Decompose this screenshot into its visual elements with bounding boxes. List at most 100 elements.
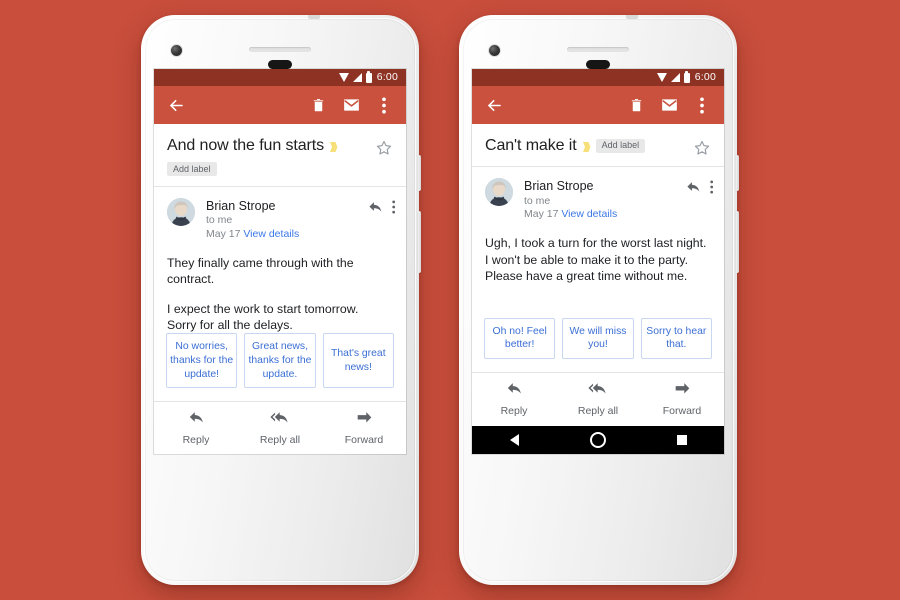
- status-clock: 6:00: [376, 71, 398, 84]
- antenna-line: [626, 15, 638, 19]
- subject-row: And now the fun starts Add label: [167, 136, 393, 177]
- smart-reply-chip[interactable]: We will miss you!: [562, 317, 634, 359]
- message-paragraph: Ugh, I took a turn for the worst last ni…: [485, 236, 707, 283]
- front-camera-icon: [489, 45, 500, 56]
- overflow-menu-icon[interactable]: [391, 200, 395, 219]
- subject-row: Can't make it Add label: [485, 136, 711, 157]
- forward-arrow-icon: [356, 410, 373, 430]
- message-date: May 17: [206, 228, 241, 241]
- reply-arrow-icon: [506, 381, 523, 401]
- view-details-link[interactable]: View details: [243, 228, 299, 240]
- subject-line: Can't make it Add label: [485, 136, 687, 155]
- status-bar: 6:00: [154, 69, 406, 86]
- reply-action-bar: Reply Reply all Forward: [472, 373, 724, 426]
- message-header: Brian Strope to me May 17 View details: [472, 167, 724, 222]
- reply-all-arrow-icon: [588, 381, 608, 401]
- overflow-menu-icon[interactable]: [709, 180, 713, 199]
- smart-reply-chip[interactable]: Great news, thanks for the update.: [244, 333, 316, 389]
- envelope-icon[interactable]: [340, 94, 362, 116]
- add-label-chip[interactable]: Add label: [167, 162, 217, 177]
- nav-home-button[interactable]: [556, 432, 640, 448]
- forward-button[interactable]: Forward: [322, 410, 406, 446]
- message-date: May 17: [524, 208, 559, 221]
- avatar-photo: [167, 197, 195, 226]
- smart-reply-chip[interactable]: No worries, thanks for the update!: [166, 333, 238, 389]
- message-actions: [686, 178, 713, 199]
- smart-reply-chip[interactable]: Sorry to hear that.: [640, 317, 712, 359]
- avatar[interactable]: [167, 197, 195, 226]
- status-icons: [656, 70, 690, 83]
- nav-back-button[interactable]: [472, 434, 556, 446]
- android-nav-bar: [472, 426, 724, 454]
- status-bar: 6:00: [472, 69, 724, 86]
- reply-button[interactable]: Reply: [472, 381, 556, 417]
- reply-arrow-icon[interactable]: [368, 200, 383, 219]
- earpiece-speaker: [567, 47, 629, 52]
- back-arrow-icon[interactable]: [165, 94, 187, 116]
- battery-icon: [683, 70, 690, 83]
- wifi-icon: [338, 73, 349, 82]
- reply-arrow-icon[interactable]: [686, 180, 701, 199]
- subject-area: And now the fun starts Add label: [154, 124, 406, 186]
- avatar[interactable]: [485, 178, 513, 206]
- page-title: Can't make it: [485, 137, 577, 154]
- earpiece-speaker: [249, 47, 311, 52]
- message-date-row: May 17 View details: [524, 208, 686, 222]
- forward-label: Forward: [662, 405, 702, 417]
- battery-icon: [365, 70, 372, 83]
- nav-recents-button[interactable]: [640, 435, 724, 445]
- add-label-chip[interactable]: Add label: [595, 138, 646, 153]
- smart-reply-chip[interactable]: That's great news!: [322, 333, 394, 389]
- overflow-menu-icon[interactable]: [373, 94, 395, 116]
- reply-action-bar: Reply Reply all Forward: [154, 402, 406, 454]
- sender-name: Brian Strope: [206, 198, 276, 213]
- envelope-icon[interactable]: [658, 94, 680, 116]
- trash-icon[interactable]: [307, 94, 329, 116]
- smart-reply-row: Oh no! Feel better! We will miss you! So…: [472, 317, 724, 372]
- star-outline-icon[interactable]: [693, 139, 711, 157]
- view-details-link[interactable]: View details: [561, 208, 617, 220]
- signal-icon: [352, 73, 362, 82]
- subject-main: Can't make it Add label: [485, 136, 687, 155]
- trash-icon[interactable]: [625, 94, 647, 116]
- volume-button[interactable]: [418, 211, 421, 273]
- reply-all-button[interactable]: Reply all: [556, 381, 640, 417]
- forward-arrow-icon: [674, 381, 691, 401]
- signal-icon: [670, 73, 680, 82]
- forward-button[interactable]: Forward: [640, 381, 724, 417]
- overflow-menu-icon[interactable]: [691, 94, 713, 116]
- power-button[interactable]: [418, 155, 421, 191]
- app-toolbar: [154, 86, 406, 124]
- importance-marker-icon[interactable]: [582, 140, 591, 152]
- phone-device-left: 6:00 And now the fun starts Add label Br…: [141, 15, 421, 585]
- phone-screen-right: 6:00 Can't make it Add label Brian Strop…: [472, 69, 724, 454]
- reply-all-label: Reply all: [577, 405, 619, 417]
- page-title: And now the fun starts: [167, 137, 325, 154]
- nav-home-icon: [590, 432, 606, 448]
- app-toolbar: [472, 86, 724, 124]
- back-arrow-icon[interactable]: [483, 94, 505, 116]
- message-body: Ugh, I took a turn for the worst last ni…: [472, 222, 724, 317]
- smart-reply-chip[interactable]: Oh no! Feel better!: [484, 317, 556, 359]
- reply-label: Reply: [500, 405, 528, 417]
- power-button[interactable]: [736, 155, 739, 191]
- reply-button[interactable]: Reply: [154, 410, 238, 446]
- antenna-line: [308, 15, 320, 19]
- star-outline-icon[interactable]: [375, 139, 393, 157]
- subject-main: And now the fun starts Add label: [167, 136, 369, 177]
- message-date-row: May 17 View details: [206, 228, 368, 242]
- reply-all-button[interactable]: Reply all: [238, 410, 322, 446]
- subject-area: Can't make it Add label: [472, 124, 724, 166]
- sender-name: Brian Strope: [524, 179, 594, 193]
- message-header: Brian Strope to me May 17 View details: [154, 187, 406, 242]
- sender-block: Brian Strope to me May 17 View details: [524, 178, 686, 222]
- reply-arrow-icon: [188, 410, 205, 430]
- message-actions: [368, 198, 395, 219]
- scene: 6:00 And now the fun starts Add label Br…: [0, 0, 900, 600]
- status-clock: 6:00: [694, 71, 716, 84]
- volume-button[interactable]: [736, 211, 739, 273]
- importance-marker-icon[interactable]: [329, 140, 338, 152]
- recipient-label: to me: [206, 214, 233, 227]
- avatar-photo: [485, 178, 513, 206]
- phone-device-right: 6:00 Can't make it Add label Brian Strop…: [459, 15, 739, 585]
